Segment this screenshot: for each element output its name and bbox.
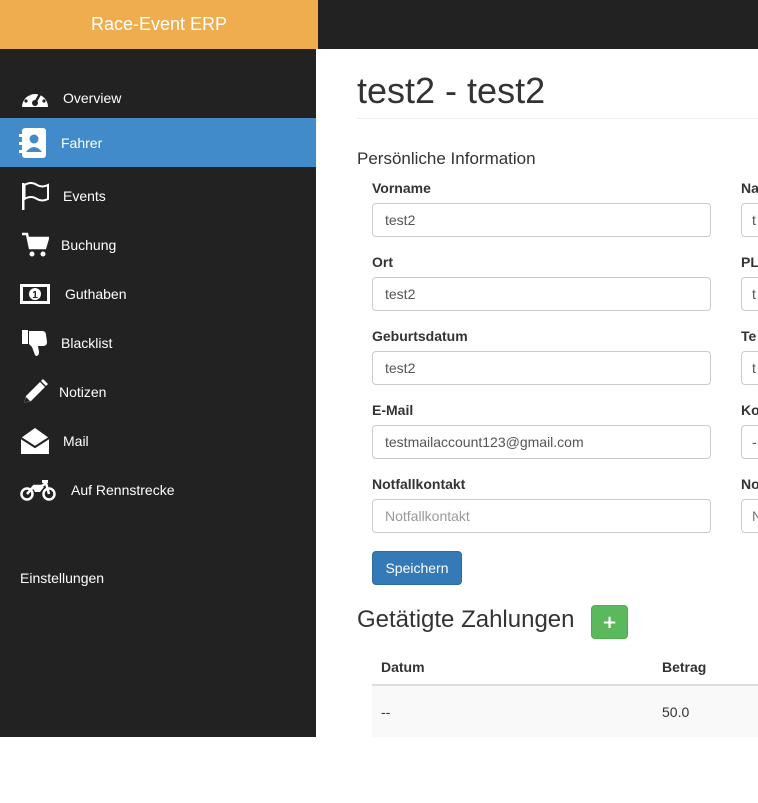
column-header-betrag: Betrag xyxy=(662,659,707,675)
page-title: test2 - test2 xyxy=(357,70,546,111)
add-payment-button[interactable]: + xyxy=(591,605,628,639)
field-label-telefon: Te xyxy=(741,328,757,344)
field-label-no: No xyxy=(741,476,758,492)
top-navbar xyxy=(318,0,758,49)
sidebar-item-mail[interactable]: Mail xyxy=(0,416,316,465)
envelope-open-icon xyxy=(20,427,50,455)
motorcycle-icon xyxy=(20,476,56,504)
plus-icon: + xyxy=(601,611,618,633)
thumbs-down-icon xyxy=(20,329,50,357)
vorname-input[interactable] xyxy=(372,203,711,237)
payments-title: Getätigte Zahlungen xyxy=(357,606,575,633)
pencil-icon xyxy=(20,378,50,406)
sidebar-item-label: Mail xyxy=(63,432,89,449)
nachname-input[interactable] xyxy=(741,203,758,237)
plz-input[interactable] xyxy=(741,277,758,311)
sidebar-item-label: Blacklist xyxy=(61,334,113,351)
field-label-notfallkontakt: Notfallkontakt xyxy=(372,476,466,492)
sidebar-item-overview[interactable]: Overview xyxy=(0,73,316,122)
sidebar-item-label: Notizen xyxy=(59,383,107,400)
sidebar-item-einstellungen[interactable]: Einstellungen xyxy=(20,570,104,586)
sidebar-item-buchung[interactable]: Buchung xyxy=(0,220,316,269)
divider xyxy=(357,118,758,119)
main-content: test2 - test2 Persönliche Information Vo… xyxy=(357,49,758,737)
sidebar-item-label: Events xyxy=(63,187,106,204)
field-label-ort: Ort xyxy=(372,254,393,270)
sidebar-item-guthaben[interactable]: 1 Guthaben xyxy=(0,269,316,318)
table-header: Datum Betrag xyxy=(372,649,758,686)
dashboard-icon xyxy=(20,84,50,112)
sidebar-item-blacklist[interactable]: Blacklist xyxy=(0,318,316,367)
contact-book-icon xyxy=(18,127,48,158)
no-input[interactable] xyxy=(741,499,758,533)
svg-text:1: 1 xyxy=(32,290,38,301)
shopping-cart-icon xyxy=(20,231,50,259)
sidebar-item-notizen[interactable]: Notizen xyxy=(0,367,316,416)
geburtsdatum-input[interactable] xyxy=(372,351,711,385)
table-row[interactable]: -- 50.0 xyxy=(372,686,758,737)
sidebar-item-label: Fahrer xyxy=(61,134,103,151)
flag-icon xyxy=(20,181,50,210)
cell-datum: -- xyxy=(381,704,391,720)
app-brand[interactable]: Race-Event ERP xyxy=(0,0,318,49)
field-label-vorname: Vorname xyxy=(372,180,431,196)
email-input[interactable] xyxy=(372,425,711,459)
field-label-ko: Ko xyxy=(741,402,758,418)
sidebar-item-label: Overview xyxy=(63,89,122,106)
column-header-datum: Datum xyxy=(381,659,425,675)
sidebar-item-label: Buchung xyxy=(61,236,117,253)
sidebar-item-auf-rennstrecke[interactable]: Auf Rennstrecke xyxy=(0,465,316,514)
banknote-icon: 1 xyxy=(20,280,50,308)
sidebar-item-label: Guthaben xyxy=(65,285,127,302)
ort-input[interactable] xyxy=(372,277,711,311)
field-label-email: E-Mail xyxy=(372,402,414,418)
sidebar: Overview Fahrer Events Buchung 1 Guthabe… xyxy=(0,49,316,737)
notfallkontakt-input[interactable] xyxy=(372,499,711,533)
section-title: Persönliche Information xyxy=(357,149,536,168)
app-title: Race-Event ERP xyxy=(90,14,228,34)
sidebar-item-fahrer[interactable]: Fahrer xyxy=(0,118,316,167)
field-label-nachname: Na xyxy=(741,180,758,196)
telefon-input[interactable] xyxy=(741,351,758,385)
cell-betrag: 50.0 xyxy=(662,704,690,720)
field-label-geburtsdatum: Geburtsdatum xyxy=(372,328,468,344)
sidebar-item-label: Auf Rennstrecke xyxy=(71,481,175,498)
field-label-plz: PL xyxy=(741,254,758,270)
sidebar-item-events[interactable]: Events xyxy=(0,171,316,220)
ko-select[interactable] xyxy=(741,425,758,459)
save-button[interactable]: Speichern xyxy=(372,551,462,585)
